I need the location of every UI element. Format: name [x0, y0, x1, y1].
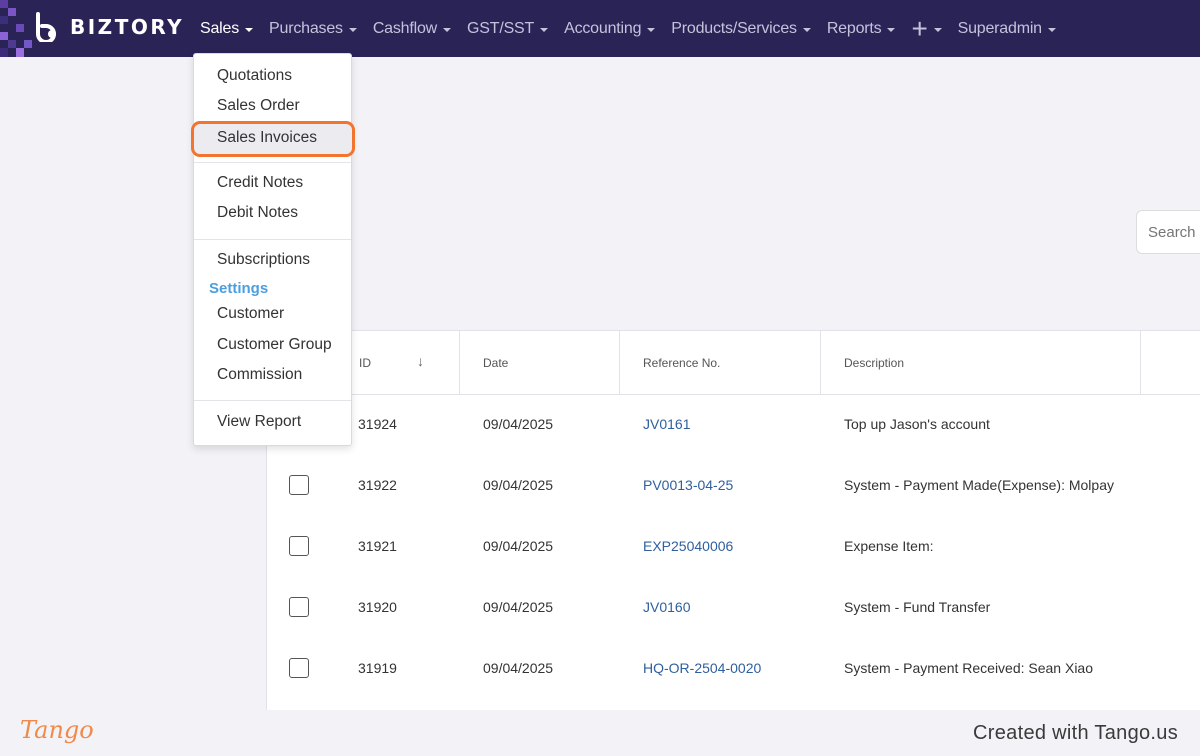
nav-cashflow[interactable]: Cashflow: [372, 19, 452, 38]
column-header-reference[interactable]: Reference No.: [643, 331, 720, 395]
nav-reports-label: Reports: [826, 19, 882, 37]
column-divider: [1140, 331, 1141, 395]
nav-user-menu[interactable]: Superadmin: [958, 20, 1056, 38]
column-header-description-label: Description: [844, 356, 905, 370]
created-with-label: Created with Tango.us: [973, 722, 1178, 744]
row-id: 31922: [358, 476, 397, 493]
chevron-down-icon: [933, 27, 942, 32]
search-input[interactable]: [1136, 210, 1200, 254]
menu-item-sales-invoices-label: Sales Invoices: [217, 129, 317, 146]
nav-accounting[interactable]: Accounting: [564, 19, 656, 38]
column-divider: [459, 331, 460, 395]
row-id: 31919: [358, 659, 397, 676]
chevron-down-icon: [245, 27, 254, 32]
menu-item-sales-invoices[interactable]: Sales Invoices: [191, 121, 355, 157]
chevron-down-icon: [540, 27, 549, 32]
tango-footer: Tango Created with Tango.us: [0, 710, 1200, 756]
chevron-down-icon: [887, 27, 896, 32]
table-header: ID ↓ Date Reference No. Description: [267, 331, 1200, 395]
menu-item-sales-order[interactable]: Sales Order: [217, 97, 300, 115]
nav-cashflow-label: Cashflow: [372, 19, 438, 37]
column-header-description[interactable]: Description: [844, 331, 904, 395]
table-row[interactable]: 31924 09/04/2025 JV0161 Top up Jason's a…: [267, 393, 1200, 454]
row-date: 09/04/2025: [483, 415, 554, 432]
row-description: System - Fund Transfer: [844, 598, 991, 615]
plus-icon: +: [911, 12, 928, 44]
tango-logo: Tango: [20, 716, 94, 744]
column-divider: [619, 331, 620, 395]
row-description: System - Payment Received: Sean Xiao: [844, 659, 1094, 676]
row-reference-link[interactable]: JV0161: [643, 393, 690, 454]
menu-divider: [194, 400, 351, 401]
row-id: 31924: [358, 415, 397, 432]
menu-item-credit-notes[interactable]: Credit Notes: [217, 174, 303, 192]
menu-divider: [194, 162, 351, 163]
nav-accounting-label: Accounting: [564, 19, 642, 37]
menu-item-quotations[interactable]: Quotations: [217, 67, 292, 85]
menu-divider: [194, 239, 351, 240]
row-reference-link[interactable]: EXP25040006: [643, 515, 733, 576]
chevron-down-icon: [647, 27, 656, 32]
table-row[interactable]: 31922 09/04/2025 PV0013-04-25 System - P…: [267, 454, 1200, 515]
biztory-logo-icon: [34, 12, 64, 44]
table-row[interactable]: 31919 09/04/2025 HQ-OR-2504-0020 System …: [267, 637, 1200, 698]
top-navbar: BIZTORY Sales Purchases Cashflow GST/SST…: [0, 0, 1200, 57]
nav-products-services[interactable]: Products/Services: [671, 20, 811, 38]
column-header-reference-label: Reference No.: [643, 356, 721, 370]
row-description: Expense Item:: [844, 537, 934, 554]
row-reference-link[interactable]: JV0160: [643, 576, 690, 637]
row-id: 31920: [358, 598, 397, 615]
nav-sales[interactable]: Sales: [200, 19, 254, 38]
main-menu: Sales Purchases Cashflow GST/SST Account…: [200, 0, 1072, 57]
row-reference-link[interactable]: PV0013-04-25: [643, 454, 733, 515]
user-name: Superadmin: [957, 19, 1042, 37]
column-divider: [820, 331, 821, 395]
menu-item-subscriptions[interactable]: Subscriptions: [217, 251, 310, 269]
nav-products-services-label: Products/Services: [671, 19, 797, 37]
row-checkbox[interactable]: [289, 597, 309, 617]
chevron-down-icon: [1047, 27, 1056, 32]
column-header-date[interactable]: Date: [483, 331, 508, 395]
chevron-down-icon: [348, 27, 357, 32]
row-description: Top up Jason's account: [844, 415, 990, 432]
row-date: 09/04/2025: [483, 659, 554, 676]
brand-logo[interactable]: BIZTORY: [34, 12, 185, 44]
menu-item-customer[interactable]: Customer: [217, 305, 284, 323]
nav-reports[interactable]: Reports: [827, 20, 896, 38]
chevron-down-icon: [443, 27, 452, 32]
chevron-down-icon: [802, 27, 811, 32]
table-row[interactable]: 31920 09/04/2025 JV0160 System - Fund Tr…: [267, 576, 1200, 637]
table-row[interactable]: 31921 09/04/2025 EXP25040006 Expense Ite…: [267, 515, 1200, 576]
nav-gst-sst-label: GST/SST: [467, 19, 535, 37]
row-date: 09/04/2025: [483, 598, 554, 615]
column-header-id[interactable]: ID: [359, 331, 371, 395]
row-reference-link[interactable]: HQ-OR-2504-0020: [643, 637, 761, 698]
column-header-date-label: Date: [483, 356, 509, 370]
menu-section-settings: Settings: [209, 280, 269, 297]
nav-sales-label: Sales: [200, 19, 240, 37]
brand-name: BIZTORY: [70, 15, 185, 39]
sales-dropdown-menu: Quotations Sales Order Sales Invoices Cr…: [191, 53, 355, 446]
nav-purchases[interactable]: Purchases: [269, 20, 357, 38]
journal-table: ID ↓ Date Reference No. Description 3192…: [266, 330, 1200, 710]
row-checkbox[interactable]: [289, 536, 309, 556]
row-date: 09/04/2025: [483, 537, 554, 554]
nav-quick-add[interactable]: +: [911, 12, 942, 44]
menu-item-customer-group[interactable]: Customer Group: [217, 336, 332, 354]
menu-item-debit-notes[interactable]: Debit Notes: [217, 204, 298, 222]
nav-purchases-label: Purchases: [269, 19, 343, 37]
sort-descending-icon[interactable]: ↓: [417, 353, 424, 369]
row-description: System - Payment Made(Expense): Molpay: [844, 476, 1114, 493]
nav-gst-sst[interactable]: GST/SST: [467, 19, 549, 38]
menu-item-view-report[interactable]: View Report: [217, 413, 301, 431]
row-checkbox[interactable]: [289, 658, 309, 678]
row-date: 09/04/2025: [483, 476, 554, 493]
row-checkbox[interactable]: [289, 475, 309, 495]
menu-item-commission[interactable]: Commission: [217, 366, 302, 384]
row-id: 31921: [358, 537, 397, 554]
column-header-id-label: ID: [359, 356, 371, 370]
